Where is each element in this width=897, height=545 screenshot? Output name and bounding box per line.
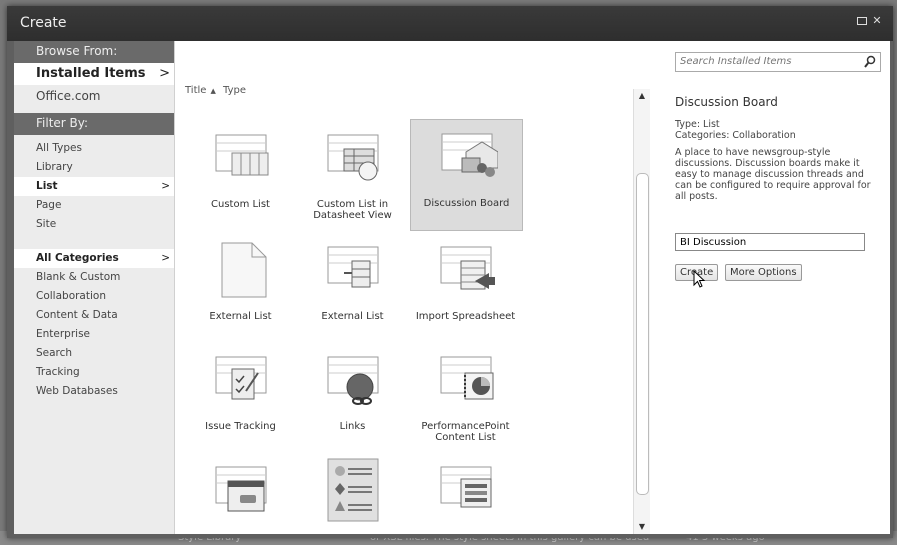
browse-from-header: Browse From:: [14, 41, 174, 63]
details-meta: Type: List Categories: Collaboration: [675, 119, 796, 141]
external-list-icon: [327, 246, 379, 288]
left-nav: Browse From: Installed Items > Office.co…: [14, 41, 175, 534]
nav-category-web-databases[interactable]: Web Databases: [14, 382, 174, 401]
task-list-icon: [440, 466, 492, 508]
gallery-item-kpi[interactable]: [297, 453, 408, 534]
performancepoint-icon: [440, 356, 494, 400]
nav-category-label: Search: [36, 347, 73, 359]
nav-type-list[interactable]: List >: [14, 177, 174, 196]
links-icon: [327, 356, 379, 405]
nav-category-label: Tracking: [36, 366, 80, 378]
gallery-item-datasheet-list[interactable]: Custom List in Datasheet View: [297, 121, 408, 231]
details-categories: Categories: Collaboration: [675, 130, 796, 141]
gallery-item-tasks[interactable]: [410, 453, 521, 534]
gallery-item-label: Custom List: [211, 199, 270, 210]
nav-installed-items-label: Installed Items: [36, 66, 146, 81]
mouse-cursor-icon: [693, 270, 706, 288]
sort-ascending-icon: ▲: [210, 87, 216, 95]
nav-category-label: All Categories: [36, 252, 119, 264]
discussion-board-icon: [441, 133, 498, 177]
nav-category-search[interactable]: Search: [14, 344, 174, 363]
gallery-item-label: Links: [339, 421, 366, 432]
close-icon[interactable]: ✕: [871, 14, 883, 27]
details-description: A place to have newsgroup-style discussi…: [675, 147, 871, 202]
filter-by-header: Filter By:: [14, 113, 174, 135]
gallery-item-custom-list[interactable]: Custom List: [185, 121, 296, 231]
gallery-item-discussion-board[interactable]: Discussion Board: [410, 119, 523, 231]
gallery-item-links[interactable]: Links: [297, 343, 408, 453]
scroll-down-icon[interactable]: ▼: [634, 520, 650, 534]
gallery-item-label: Custom List in Datasheet View: [313, 199, 392, 221]
nav-category-label: Blank & Custom: [36, 271, 121, 283]
sort-by-type[interactable]: Type: [223, 85, 246, 96]
nav-category-content-data[interactable]: Content & Data: [14, 306, 174, 325]
sort-by-title[interactable]: Title: [185, 85, 206, 96]
import-spreadsheet-icon: [440, 246, 495, 290]
external-list-page-icon: [221, 242, 267, 298]
nav-category-enterprise[interactable]: Enterprise: [14, 325, 174, 344]
nav-type-label: Site: [36, 218, 57, 230]
nav-type-label: Page: [36, 199, 62, 211]
issue-tracking-icon: [215, 356, 267, 400]
nav-category-label: Content & Data: [36, 309, 118, 321]
nav-type-label: List: [36, 180, 58, 192]
kpi-list-icon: [327, 458, 379, 522]
nav-category-tracking[interactable]: Tracking: [14, 363, 174, 382]
gallery-item-calendar[interactable]: [185, 453, 296, 534]
scroll-up-icon[interactable]: ▲: [634, 89, 650, 103]
chevron-right-icon: >: [161, 252, 170, 264]
nav-category-label: Web Databases: [36, 385, 118, 397]
nav-office-com-label: Office.com: [36, 89, 101, 103]
nav-category-label: Enterprise: [36, 328, 91, 340]
nav-type-site[interactable]: Site: [14, 215, 174, 234]
name-input[interactable]: [675, 233, 865, 251]
gallery-item-label: Discussion Board: [423, 198, 510, 209]
gallery-item-label: Import Spreadsheet: [415, 311, 516, 322]
nav-category-blank-custom[interactable]: Blank & Custom: [14, 268, 174, 287]
chevron-right-icon: >: [161, 180, 170, 192]
nav-category-collaboration[interactable]: Collaboration: [14, 287, 174, 306]
search-icon[interactable]: [864, 55, 876, 69]
calendar-list-icon: [215, 466, 267, 512]
gallery-item-external-list[interactable]: External List: [297, 233, 408, 343]
scrollbar-thumb[interactable]: [636, 173, 649, 495]
nav-type-label: Library: [36, 161, 73, 173]
search-box: [675, 52, 881, 72]
gallery-item-label: PerformancePoint Content List: [421, 421, 510, 443]
details-title: Discussion Board: [675, 95, 778, 109]
dialog-body: Browse From: Installed Items > Office.co…: [14, 41, 890, 534]
nav-category-all[interactable]: All Categories >: [14, 249, 174, 268]
search-input[interactable]: [680, 54, 860, 68]
dialog-title: Create: [20, 15, 67, 31]
create-dialog: Create ✕ Browse From: Installed Items > …: [7, 6, 893, 538]
gallery-scrollbar[interactable]: ▲ ▼: [633, 89, 650, 534]
gallery-item-performancepoint[interactable]: PerformancePoint Content List: [410, 343, 521, 453]
gallery-item-external-list-page[interactable]: External List: [185, 233, 296, 343]
details-type: Type: List: [675, 119, 720, 130]
nav-office-com[interactable]: Office.com: [14, 85, 174, 107]
nav-type-label: All Types: [36, 142, 82, 154]
nav-type-all-types[interactable]: All Types: [14, 139, 174, 158]
nav-category-label: Collaboration: [36, 290, 106, 302]
more-options-button[interactable]: More Options: [725, 264, 802, 281]
gallery-item-label: External List: [209, 311, 272, 322]
template-gallery: Title ▲ Type Custom List Custom List in …: [175, 41, 633, 534]
gallery-item-issue-tracking[interactable]: Issue Tracking: [185, 343, 296, 453]
gallery-item-label: Issue Tracking: [205, 421, 276, 432]
maximize-icon[interactable]: [857, 17, 867, 25]
gallery-item-label: External List: [321, 311, 384, 322]
nav-type-page[interactable]: Page: [14, 196, 174, 215]
custom-list-icon: [215, 134, 269, 176]
nav-type-library[interactable]: Library: [14, 158, 174, 177]
nav-installed-items[interactable]: Installed Items >: [14, 63, 174, 85]
sort-bar: Title ▲ Type: [185, 85, 250, 96]
chevron-right-icon: >: [159, 66, 170, 81]
datasheet-list-icon: [327, 134, 379, 181]
gallery-item-import-spreadsheet[interactable]: Import Spreadsheet: [410, 233, 521, 343]
dialog-titlebar: Create ✕: [7, 6, 893, 41]
